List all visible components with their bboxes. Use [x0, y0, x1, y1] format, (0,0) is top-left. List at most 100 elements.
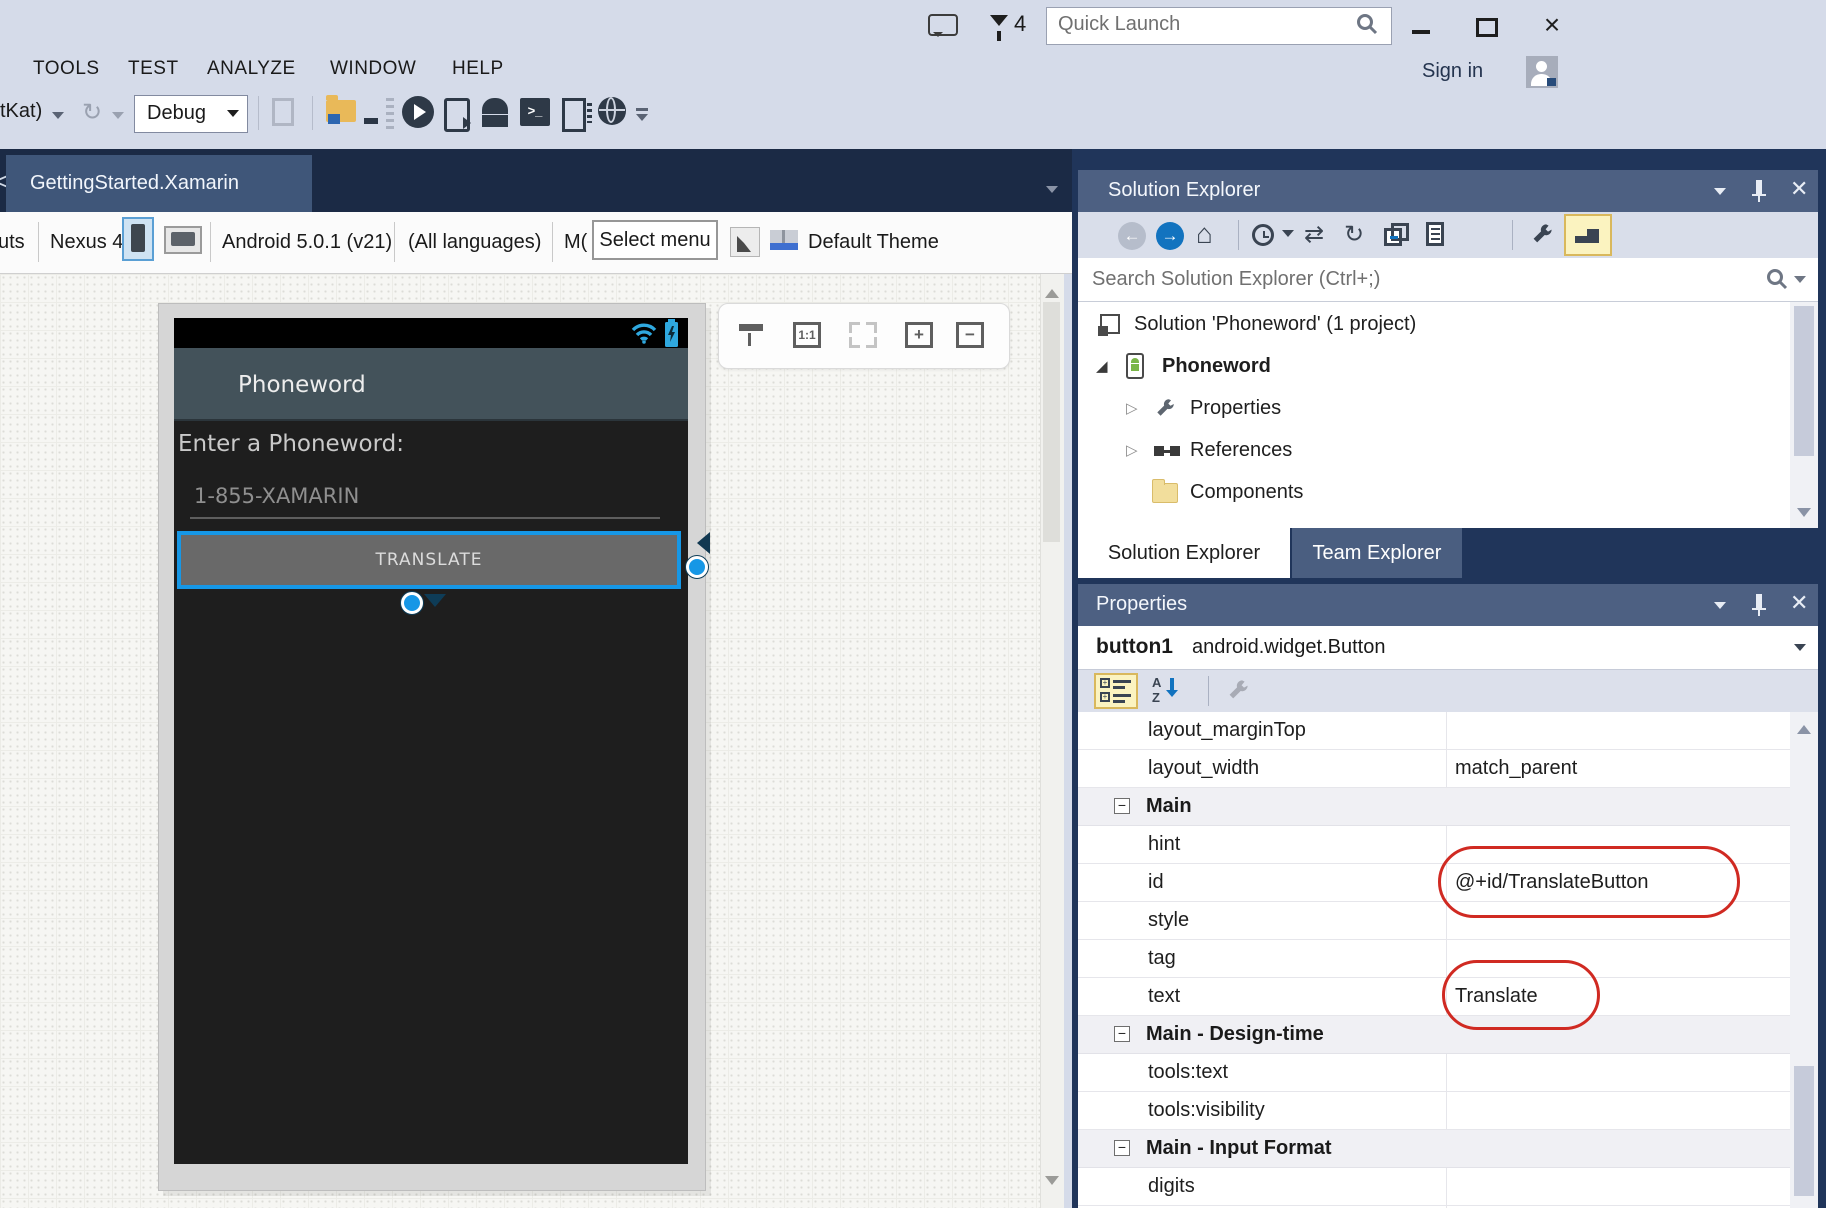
tree-row-solution[interactable]: Solution 'Phoneword' (1 project) [1078, 304, 1818, 346]
actual-size-icon[interactable]: 1:1 [793, 322, 821, 348]
minimize-button[interactable] [1412, 30, 1430, 34]
android-version-selector[interactable]: Android 5.0.1 (v21) [222, 231, 392, 254]
folder-icon[interactable] [326, 100, 356, 122]
refresh-icon[interactable]: ↻ [1344, 220, 1364, 249]
alternate-layouts-clipped[interactable]: uts [0, 231, 25, 254]
zoom-in-icon[interactable]: + [905, 322, 933, 348]
categorized-icon[interactable]: ++ [1094, 673, 1138, 709]
selection-arrow-right-icon[interactable] [686, 532, 710, 554]
phoneword-input-widget[interactable]: 1-855-XAMARIN [194, 484, 359, 508]
close-button[interactable]: × [1532, 8, 1572, 42]
tree-row-components[interactable]: Components [1078, 472, 1818, 514]
select-menu-dropdown[interactable]: Select menu [592, 220, 718, 260]
scroll-up-icon[interactable] [1045, 282, 1059, 298]
collapse-box-icon[interactable]: − [1114, 798, 1130, 814]
menu-tools[interactable]: TOOLS [33, 58, 100, 80]
prop-section[interactable]: −Main - Input Format [1078, 1130, 1790, 1168]
console-icon[interactable]: >_ [520, 98, 550, 126]
resize-corner-button[interactable] [730, 227, 760, 257]
device-log-icon[interactable] [562, 98, 586, 132]
back-icon[interactable]: ← [1118, 222, 1146, 250]
menu-help[interactable]: HELP [452, 58, 504, 80]
tree-row-project[interactable]: ◢ Phoneword [1078, 346, 1818, 388]
prop-row[interactable]: layout_widthmatch_parent [1078, 750, 1790, 788]
prop-section[interactable]: −Main - Design-time [1078, 1016, 1790, 1054]
home-icon[interactable]: ⌂ [1196, 218, 1213, 250]
prop-row[interactable]: layout_marginTop [1078, 712, 1790, 750]
object-selector-dropdown[interactable]: button1 android.widget.Button [1078, 626, 1818, 670]
portrait-orientation-button[interactable] [122, 217, 154, 261]
collapse-all-icon[interactable] [1384, 228, 1402, 246]
selection-handle-bottom[interactable] [401, 592, 423, 614]
expander-open-icon[interactable]: ◢ [1096, 357, 1108, 375]
grid-scrollbar-thumb[interactable] [1794, 1066, 1814, 1196]
tab-solution-explorer[interactable]: Solution Explorer [1078, 528, 1290, 578]
prop-row[interactable]: tools:visibility [1078, 1092, 1790, 1130]
split-view-icon[interactable] [737, 322, 765, 348]
pin-icon[interactable] [1756, 594, 1762, 608]
window-position-chevron-icon[interactable] [1714, 602, 1726, 615]
android-icon[interactable] [482, 98, 508, 114]
landscape-orientation-button[interactable] [164, 226, 202, 254]
chevron-down-icon[interactable] [1282, 230, 1294, 243]
menu-window[interactable]: WINDOW [330, 58, 416, 80]
feedback-icon[interactable] [928, 14, 958, 36]
notification-count[interactable]: 4 [1014, 11, 1026, 37]
refresh-icon[interactable]: ↻ [82, 98, 102, 127]
prop-row[interactable]: digits [1078, 1168, 1790, 1206]
prop-row[interactable]: tools:text [1078, 1054, 1790, 1092]
selection-handle-right[interactable] [686, 556, 708, 578]
start-debug-icon[interactable] [402, 96, 434, 128]
zoom-out-icon[interactable]: − [956, 322, 984, 348]
sign-in-link[interactable]: Sign in [1422, 60, 1483, 83]
collapse-box-icon[interactable]: − [1114, 1026, 1130, 1042]
solution-search-input[interactable]: Search Solution Explorer (Ctrl+;) [1078, 258, 1818, 302]
menu-test[interactable]: TEST [128, 58, 179, 80]
close-icon[interactable]: ✕ [1790, 593, 1808, 613]
fit-to-window-icon[interactable] [849, 322, 877, 348]
menu-analyze[interactable]: ANALYZE [207, 58, 296, 80]
preview-selected-icon[interactable] [1564, 214, 1612, 256]
chevron-down-icon[interactable] [1794, 276, 1806, 289]
canvas-scrollbar-thumb[interactable] [1043, 302, 1060, 542]
attach-icon[interactable] [272, 98, 294, 126]
scroll-up-icon[interactable] [1797, 718, 1811, 734]
expander-closed-icon[interactable]: ▷ [1126, 399, 1138, 417]
tree-scrollbar-thumb[interactable] [1794, 306, 1814, 456]
tree-row-properties[interactable]: ▷ Properties [1078, 388, 1818, 430]
chevron-down-icon[interactable] [112, 112, 124, 125]
prop-row-text[interactable]: textTranslate [1078, 978, 1790, 1016]
phoneword-label-widget[interactable]: Enter a Phoneword: [178, 431, 404, 457]
toolbar-grip[interactable] [386, 98, 394, 130]
theme-selector[interactable]: Default Theme [808, 231, 939, 254]
selection-arrow-bottom-icon[interactable] [424, 594, 446, 618]
scroll-down-icon[interactable] [1045, 1176, 1059, 1192]
pin-icon[interactable] [1756, 180, 1762, 194]
tab-list-chevron-icon[interactable] [1046, 186, 1058, 199]
user-avatar-icon[interactable] [1526, 56, 1558, 88]
forward-icon[interactable]: → [1156, 222, 1184, 250]
properties-wrench-icon[interactable] [1530, 222, 1554, 246]
maximize-button[interactable] [1476, 18, 1498, 37]
device-deploy-icon[interactable] [444, 98, 470, 132]
switch-views-icon[interactable]: ⇄ [1304, 220, 1324, 249]
collapse-box-icon[interactable]: − [1114, 1140, 1130, 1156]
alphabetical-icon[interactable]: AZ [1152, 676, 1188, 706]
property-pages-wrench-icon[interactable] [1226, 678, 1250, 702]
configuration-dropdown[interactable]: Debug [134, 95, 248, 133]
close-icon[interactable]: ✕ [1790, 179, 1808, 199]
device-selector[interactable]: Nexus 4 [50, 231, 123, 254]
prop-section[interactable]: −Main [1078, 788, 1790, 826]
window-position-chevron-icon[interactable] [1714, 188, 1726, 201]
translate-button-widget[interactable]: TRANSLATE [177, 531, 681, 589]
pending-changes-icon[interactable] [1252, 224, 1274, 246]
emulator-globe-icon[interactable] [598, 97, 626, 125]
target-framework-clipped[interactable]: tKat) [0, 100, 42, 123]
chevron-down-icon[interactable] [52, 112, 64, 125]
dash-icon[interactable] [364, 118, 378, 124]
expander-closed-icon[interactable]: ▷ [1126, 441, 1138, 459]
prop-row[interactable]: tag [1078, 940, 1790, 978]
language-selector[interactable]: (All languages) [408, 231, 541, 254]
solution-explorer-titlebar[interactable]: Solution Explorer ✕ [1078, 170, 1818, 212]
show-all-files-icon[interactable] [1426, 222, 1444, 246]
